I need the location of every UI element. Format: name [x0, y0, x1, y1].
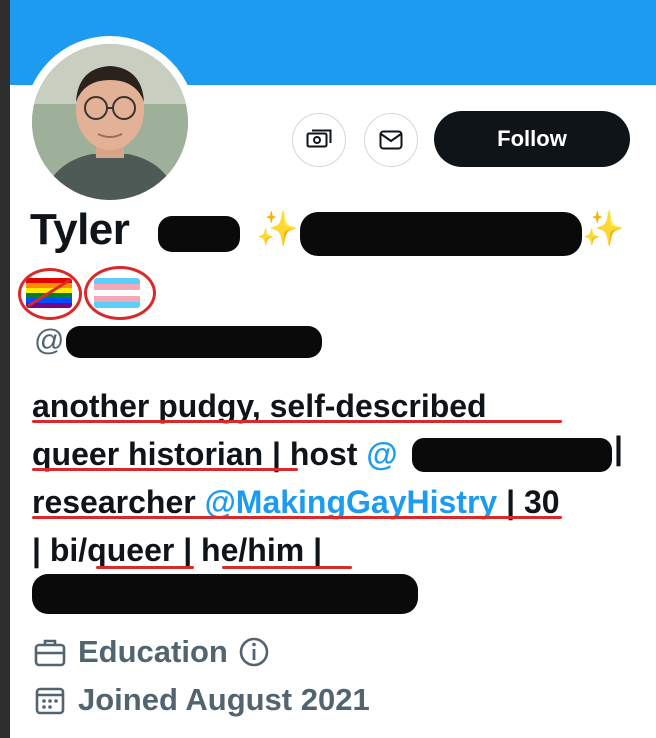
bio-text: queer historian [32, 436, 264, 472]
mention-link[interactable]: @ [366, 436, 397, 472]
profile-card: Follow Tyler ✨ ✨ @ another pudgy, self-d… [10, 0, 656, 738]
envelope-icon [379, 130, 403, 150]
profile-joined: Joined August 2021 [34, 682, 370, 718]
annotation-underline [32, 468, 298, 471]
avatar[interactable] [32, 44, 188, 200]
avatar-photo [32, 44, 188, 200]
bio-text: | 30 [497, 484, 560, 520]
handle-prefix: @ [34, 324, 65, 357]
sparkle-emoji: ✨ [582, 210, 625, 248]
bio-text: | [614, 430, 623, 466]
info-icon[interactable] [238, 636, 270, 668]
bio-text: he/him [201, 532, 305, 568]
annotation-underline [32, 420, 562, 423]
redaction-handle [66, 326, 322, 358]
bio-text: | host [263, 436, 367, 472]
mention-link[interactable]: @MakingGayHistry [205, 484, 498, 520]
calendar-icon [35, 687, 65, 715]
annotation-underline [96, 566, 194, 569]
annotation-underline [222, 566, 352, 569]
annotation-underline [32, 516, 562, 519]
money-icon [306, 129, 332, 148]
redaction-name [158, 216, 240, 252]
bio-text: | [304, 532, 323, 568]
briefcase-icon [34, 639, 66, 667]
redaction-name-2 [300, 212, 582, 256]
bio-text: | [174, 532, 202, 568]
bio-text: | bi/ [32, 532, 88, 568]
bio-text: queer [87, 532, 175, 568]
category-label: Education [78, 634, 228, 669]
profile-category: Education [34, 634, 270, 670]
follow-button[interactable]: Follow [434, 111, 630, 167]
message-button[interactable] [364, 113, 418, 167]
redaction-bio [32, 574, 418, 614]
redaction-mention [412, 438, 612, 472]
joined-date: Joined August 2021 [78, 682, 370, 717]
annotation-circle [84, 266, 156, 320]
sparkle-emoji: ✨ [256, 210, 299, 248]
bio-text: another pudgy, self-described [32, 388, 487, 424]
annotation-circle [18, 268, 82, 320]
tip-button[interactable] [292, 113, 346, 167]
display-name: Tyler [30, 205, 130, 254]
bio-text: researcher [32, 484, 205, 520]
